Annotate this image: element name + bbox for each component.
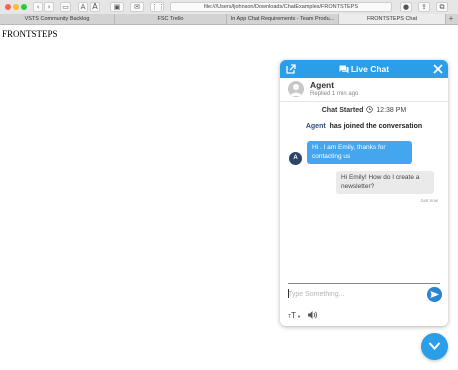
sidebar-toggle-button[interactable]: ▭ — [60, 2, 71, 12]
agent-message: Hi . I am Emily, thanks for contacting u… — [307, 141, 412, 164]
chat-started-line: Chat Started 12:38 PM — [280, 106, 448, 114]
chat-title-text: Live Chat — [350, 64, 390, 74]
chat-started-time: 12:38 PM — [376, 107, 407, 114]
clock-icon — [366, 106, 374, 113]
zoom-window-button[interactable] — [21, 4, 27, 10]
chat-title: Live Chat — [280, 63, 448, 75]
tab-frontsteps-chat[interactable]: FRONTSTEPS Chat — [339, 14, 446, 24]
tab-vsts-backlog[interactable]: VSTS Community Backlog — [0, 14, 115, 24]
page-title: FRONTSTEPS — [2, 29, 58, 39]
user-message: Hi Emily! How do I create a newsletter? — [336, 171, 434, 194]
agent-status: Replied 1 min ago — [310, 91, 359, 97]
chat-toggle-button[interactable] — [421, 333, 448, 360]
forward-button[interactable]: › — [44, 2, 54, 12]
tab-chat-requirements[interactable]: In App Chat Requirements - Team Produ... — [227, 14, 339, 24]
share-icon[interactable]: ⇪ — [418, 2, 430, 12]
tab-fsc-trello[interactable]: FSC Trello — [115, 14, 227, 24]
chat-header: Live Chat — [280, 60, 448, 78]
mail-button[interactable]: ✉ — [130, 2, 144, 12]
message-timestamp: Just now — [420, 198, 438, 203]
chevron-down-icon — [428, 342, 441, 350]
close-icon[interactable] — [432, 63, 444, 75]
font-larger-button[interactable]: A — [90, 2, 100, 12]
font-size-icon[interactable]: TT — [288, 311, 296, 320]
agent-name: Agent — [310, 80, 335, 90]
input-cursor — [288, 289, 289, 298]
speaker-icon[interactable] — [307, 310, 318, 320]
back-button[interactable]: ‹ — [33, 2, 43, 12]
tab-bar: VSTS Community Backlog FSC Trello In App… — [0, 14, 458, 25]
font-smaller-button[interactable]: A — [78, 2, 88, 12]
address-bar[interactable]: file:///Users/ljohnson/Downloads/ChatExa… — [170, 2, 392, 12]
minimize-window-button[interactable] — [13, 4, 19, 10]
send-icon[interactable] — [427, 287, 442, 302]
chat-bubble-icon — [339, 65, 349, 74]
message-input[interactable] — [288, 288, 420, 300]
joined-agent-name: Agent — [305, 123, 326, 130]
agent-joined-line: Agent has joined the conversation — [280, 123, 448, 130]
chat-widget: Live Chat Agent Replied 1 min ago Chat S… — [280, 60, 448, 326]
browser-toolbar: ‹ › ▭ A A ▣ ✉ ⋮⋮ file:///Users/ljohnson/… — [0, 0, 458, 14]
agent-info: Agent Replied 1 min ago — [280, 78, 448, 102]
joined-text: has joined the conversation — [329, 123, 423, 130]
input-divider — [288, 283, 440, 284]
agent-avatar — [288, 81, 304, 97]
close-window-button[interactable] — [5, 4, 11, 10]
grid-button[interactable]: ⋮⋮ — [150, 2, 165, 12]
chevron-down-icon: ▼ — [297, 314, 301, 319]
reader-button[interactable]: ▣ — [110, 2, 124, 12]
chat-started-label: Chat Started — [321, 107, 364, 114]
tabs-overview-icon[interactable]: ⧉ — [436, 2, 448, 12]
agent-message-avatar: A — [289, 152, 302, 165]
new-tab-button[interactable]: + — [446, 14, 456, 24]
download-icon[interactable]: ● — [400, 2, 412, 12]
